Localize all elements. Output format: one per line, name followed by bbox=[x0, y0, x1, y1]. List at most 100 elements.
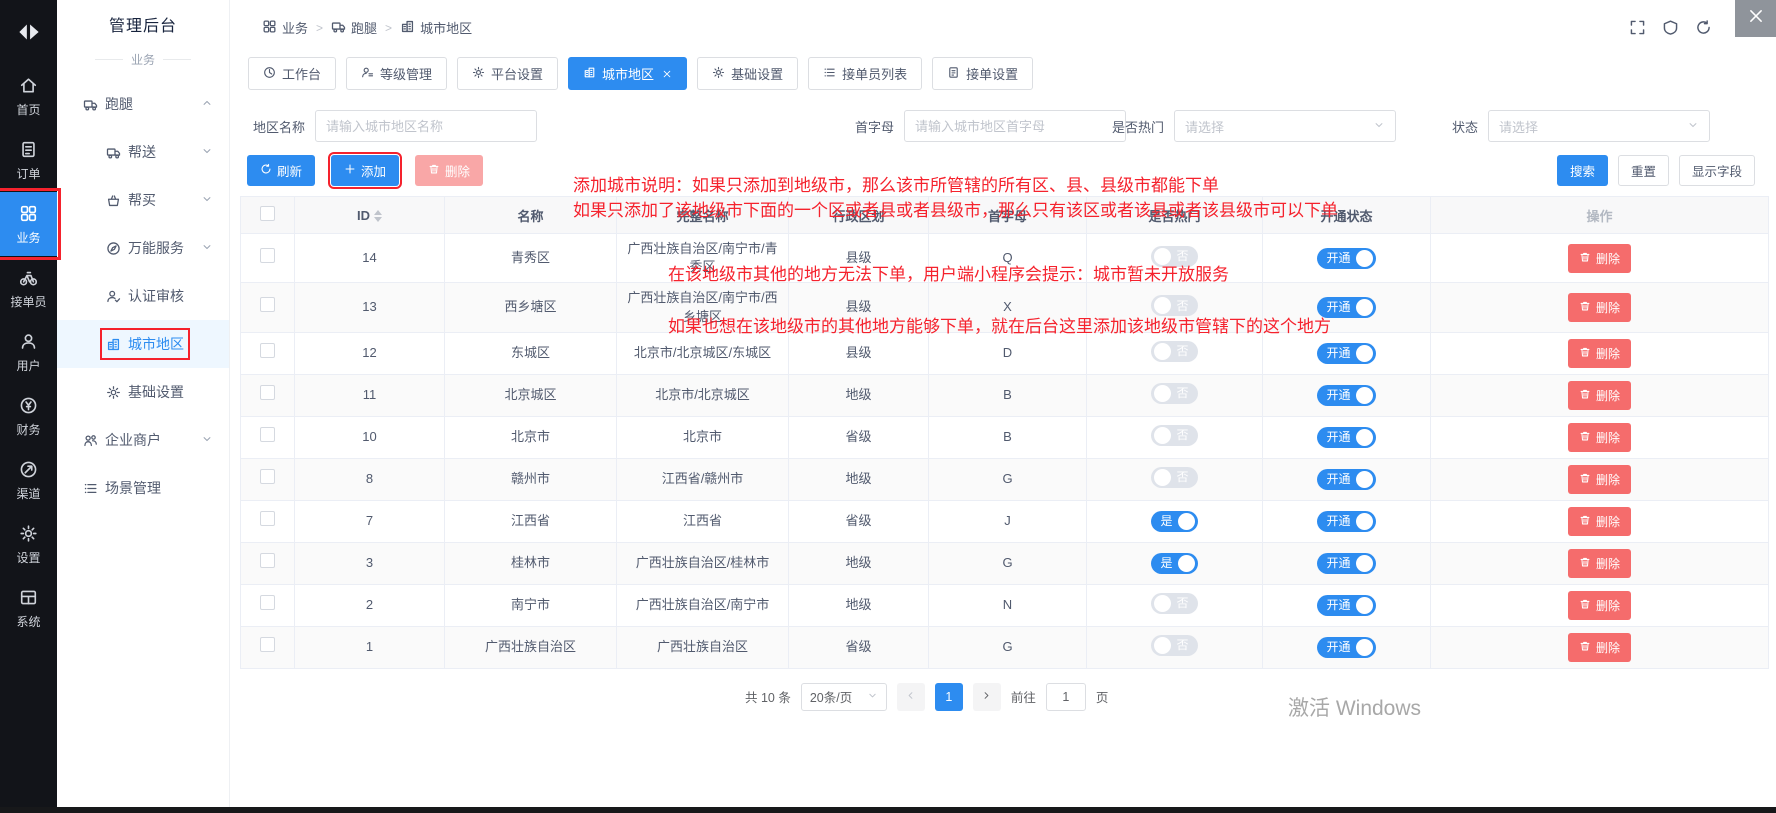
tab-平台设置[interactable]: 平台设置 bbox=[457, 57, 558, 90]
hot-toggle[interactable]: 否 bbox=[1151, 635, 1197, 656]
current-page-button[interactable]: 1 bbox=[935, 683, 963, 711]
sidebar-item-跑腿[interactable]: 跑腿 bbox=[57, 80, 229, 128]
goto-page-input[interactable] bbox=[1046, 683, 1086, 711]
status-select[interactable]: 请选择 bbox=[1488, 110, 1710, 142]
rail-item-首页[interactable]: 首页 bbox=[0, 64, 57, 128]
page-size-select[interactable]: 20条/页 bbox=[801, 683, 887, 711]
row-checkbox[interactable] bbox=[260, 343, 275, 358]
app-logo[interactable] bbox=[0, 0, 57, 64]
breadcrumb-item-business[interactable]: 业务 bbox=[262, 18, 308, 37]
rail-item-业务[interactable]: 业务 bbox=[0, 192, 57, 256]
row-delete-button[interactable]: 删除 bbox=[1568, 423, 1631, 452]
hot-toggle[interactable]: 否 bbox=[1151, 341, 1197, 362]
hot-toggle[interactable]: 否 bbox=[1151, 593, 1197, 614]
sidebar-item-label: 帮送 bbox=[128, 142, 156, 162]
status-toggle[interactable]: 开通 bbox=[1317, 248, 1375, 269]
tab-基础设置[interactable]: 基础设置 bbox=[697, 57, 798, 90]
row-delete-button[interactable]: 删除 bbox=[1568, 293, 1631, 322]
sidebar-menu: 跑腿帮送帮买万能服务认证审核城市地区基础设置企业商户场景管理 bbox=[57, 80, 229, 512]
row-delete-button[interactable]: 删除 bbox=[1568, 633, 1631, 662]
row-checkbox[interactable] bbox=[260, 511, 275, 526]
status-toggle[interactable]: 开通 bbox=[1317, 427, 1375, 448]
row-checkbox[interactable] bbox=[260, 637, 275, 652]
sidebar-item-帮送[interactable]: 帮送 bbox=[57, 128, 229, 176]
column-id[interactable]: ID bbox=[295, 197, 445, 234]
sidebar-item-场景管理[interactable]: 场景管理 bbox=[57, 464, 229, 512]
row-checkbox[interactable] bbox=[260, 469, 275, 484]
row-hot-cell: 否 bbox=[1087, 416, 1263, 458]
refresh-button[interactable]: 刷新 bbox=[247, 155, 315, 186]
next-page-button[interactable] bbox=[973, 683, 1001, 711]
prev-page-button[interactable] bbox=[897, 683, 925, 711]
tab-工作台[interactable]: 工作台 bbox=[248, 57, 336, 90]
breadcrumb-item-errand[interactable]: 跑腿 bbox=[331, 18, 377, 37]
sidebar-item-认证审核[interactable]: 认证审核 bbox=[57, 272, 229, 320]
reset-button[interactable]: 重置 bbox=[1618, 155, 1669, 186]
add-button[interactable]: 添加 bbox=[331, 155, 399, 186]
status-toggle[interactable]: 开通 bbox=[1317, 385, 1375, 406]
row-checkbox[interactable] bbox=[260, 297, 275, 312]
status-toggle[interactable]: 开通 bbox=[1317, 595, 1375, 616]
hot-toggle[interactable]: 否 bbox=[1151, 295, 1197, 316]
row-hot-cell: 否 bbox=[1087, 626, 1263, 668]
tab-等级管理[interactable]: 等级管理 bbox=[346, 57, 447, 90]
row-checkbox[interactable] bbox=[260, 553, 275, 568]
hot-toggle[interactable]: 否 bbox=[1151, 425, 1197, 446]
hot-toggle[interactable]: 是 bbox=[1151, 511, 1197, 532]
select-all-checkbox[interactable] bbox=[260, 206, 275, 221]
status-toggle[interactable]: 开通 bbox=[1317, 553, 1375, 574]
breadcrumb-item-city-region[interactable]: 城市地区 bbox=[400, 18, 472, 37]
row-delete-button[interactable]: 删除 bbox=[1568, 381, 1631, 410]
hot-toggle[interactable]: 是 bbox=[1151, 553, 1197, 574]
sidebar-item-企业商户[interactable]: 企业商户 bbox=[57, 416, 229, 464]
initial-input[interactable] bbox=[904, 110, 1126, 142]
refresh-icon[interactable] bbox=[1695, 19, 1712, 36]
rail-item-渠道[interactable]: 渠道 bbox=[0, 448, 57, 512]
row-delete-button[interactable]: 删除 bbox=[1568, 339, 1631, 368]
sort-icon[interactable] bbox=[374, 210, 382, 222]
rail-item-系统[interactable]: 系统 bbox=[0, 576, 57, 640]
row-delete-button[interactable]: 删除 bbox=[1568, 465, 1631, 494]
row-checkbox[interactable] bbox=[260, 385, 275, 400]
status-toggle[interactable]: 开通 bbox=[1317, 297, 1375, 318]
tab-城市地区[interactable]: 城市地区 bbox=[568, 57, 687, 90]
row-checkbox[interactable] bbox=[260, 248, 275, 263]
row-delete-button[interactable]: 删除 bbox=[1568, 507, 1631, 536]
sidebar-item-万能服务[interactable]: 万能服务 bbox=[57, 224, 229, 272]
hot-toggle[interactable]: 否 bbox=[1151, 246, 1197, 267]
rail-item-订单[interactable]: 订单 bbox=[0, 128, 57, 192]
sidebar-item-基础设置[interactable]: 基础设置 bbox=[57, 368, 229, 416]
status-toggle[interactable]: 开通 bbox=[1317, 469, 1375, 490]
close-tab-icon[interactable] bbox=[662, 69, 672, 79]
status-toggle[interactable]: 开通 bbox=[1317, 511, 1375, 532]
rail-item-label: 首页 bbox=[16, 104, 40, 116]
rail-item-财务[interactable]: 财务 bbox=[0, 384, 57, 448]
row-delete-label: 删除 bbox=[1596, 471, 1620, 488]
row-delete-button[interactable]: 删除 bbox=[1568, 244, 1631, 273]
status-toggle[interactable]: 开通 bbox=[1317, 343, 1375, 364]
tab-接单员列表[interactable]: 接单员列表 bbox=[808, 57, 922, 90]
region-name-input[interactable] bbox=[315, 110, 537, 142]
search-button[interactable]: 搜索 bbox=[1557, 155, 1608, 186]
row-checkbox[interactable] bbox=[260, 427, 275, 442]
tab-接单设置[interactable]: 接单设置 bbox=[932, 57, 1033, 90]
chevron-down-icon bbox=[201, 144, 213, 160]
hot-toggle[interactable]: 否 bbox=[1151, 467, 1197, 488]
shield-icon[interactable] bbox=[1662, 19, 1679, 36]
hot-toggle[interactable]: 否 bbox=[1151, 383, 1197, 404]
close-overlay-button[interactable] bbox=[1735, 0, 1776, 37]
rail-item-设置[interactable]: 设置 bbox=[0, 512, 57, 576]
row-delete-button[interactable]: 删除 bbox=[1568, 549, 1631, 578]
status-toggle[interactable]: 开通 bbox=[1317, 637, 1375, 658]
sidebar-item-content: 跑腿 bbox=[83, 94, 133, 114]
sidebar-item-城市地区[interactable]: 城市地区 bbox=[57, 320, 229, 368]
delete-button-disabled[interactable]: 删除 bbox=[415, 155, 483, 186]
row-delete-button[interactable]: 删除 bbox=[1568, 591, 1631, 620]
fullscreen-icon[interactable] bbox=[1629, 19, 1646, 36]
rail-item-用户[interactable]: 用户 bbox=[0, 320, 57, 384]
sidebar-item-帮买[interactable]: 帮买 bbox=[57, 176, 229, 224]
rail-item-接单员[interactable]: 接单员 bbox=[0, 256, 57, 320]
hot-select[interactable]: 请选择 bbox=[1174, 110, 1396, 142]
show-fields-button[interactable]: 显示字段 bbox=[1679, 155, 1755, 186]
row-checkbox[interactable] bbox=[260, 595, 275, 610]
